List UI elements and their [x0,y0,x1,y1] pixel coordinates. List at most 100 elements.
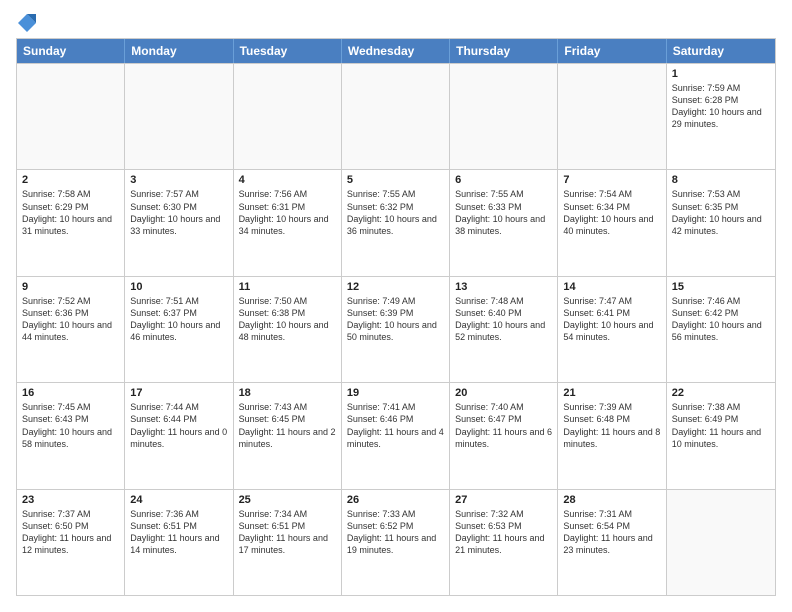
week-row-4: 23 Sunrise: 7:37 AM Sunset: 6:50 PM Dayli… [17,489,775,595]
calendar-cell: 21 Sunrise: 7:39 AM Sunset: 6:48 PM Dayli… [558,383,666,488]
calendar-cell: 3 Sunrise: 7:57 AM Sunset: 6:30 PM Daylig… [125,170,233,275]
header-day-saturday: Saturday [667,39,775,63]
calendar-header: SundayMondayTuesdayWednesdayThursdayFrid… [17,39,775,63]
cell-info: Sunrise: 7:52 AM Sunset: 6:36 PM Dayligh… [22,295,119,344]
day-number: 9 [22,281,119,293]
cell-info: Sunrise: 7:37 AM Sunset: 6:50 PM Dayligh… [22,508,119,557]
page: SundayMondayTuesdayWednesdayThursdayFrid… [0,0,792,612]
day-number: 13 [455,281,552,293]
calendar-body: 1 Sunrise: 7:59 AM Sunset: 6:28 PM Daylig… [17,63,775,595]
header-day-wednesday: Wednesday [342,39,450,63]
cell-info: Sunrise: 7:50 AM Sunset: 6:38 PM Dayligh… [239,295,336,344]
header-day-thursday: Thursday [450,39,558,63]
week-row-0: 1 Sunrise: 7:59 AM Sunset: 6:28 PM Daylig… [17,63,775,169]
day-number: 16 [22,387,119,399]
calendar-cell: 6 Sunrise: 7:55 AM Sunset: 6:33 PM Daylig… [450,170,558,275]
calendar-cell: 9 Sunrise: 7:52 AM Sunset: 6:36 PM Daylig… [17,277,125,382]
day-number: 14 [563,281,660,293]
calendar-cell [558,64,666,169]
cell-info: Sunrise: 7:58 AM Sunset: 6:29 PM Dayligh… [22,188,119,237]
cell-info: Sunrise: 7:54 AM Sunset: 6:34 PM Dayligh… [563,188,660,237]
calendar-cell: 27 Sunrise: 7:32 AM Sunset: 6:53 PM Dayli… [450,490,558,595]
logo-icon [18,14,36,32]
day-number: 2 [22,174,119,186]
day-number: 1 [672,68,770,80]
day-number: 28 [563,494,660,506]
day-number: 8 [672,174,770,186]
week-row-1: 2 Sunrise: 7:58 AM Sunset: 6:29 PM Daylig… [17,169,775,275]
cell-info: Sunrise: 7:47 AM Sunset: 6:41 PM Dayligh… [563,295,660,344]
calendar-cell [17,64,125,169]
calendar-cell: 13 Sunrise: 7:48 AM Sunset: 6:40 PM Dayli… [450,277,558,382]
logo-text [16,16,36,34]
cell-info: Sunrise: 7:48 AM Sunset: 6:40 PM Dayligh… [455,295,552,344]
calendar-cell: 10 Sunrise: 7:51 AM Sunset: 6:37 PM Dayli… [125,277,233,382]
cell-info: Sunrise: 7:46 AM Sunset: 6:42 PM Dayligh… [672,295,770,344]
cell-info: Sunrise: 7:32 AM Sunset: 6:53 PM Dayligh… [455,508,552,557]
calendar-cell: 4 Sunrise: 7:56 AM Sunset: 6:31 PM Daylig… [234,170,342,275]
calendar-cell: 16 Sunrise: 7:45 AM Sunset: 6:43 PM Dayli… [17,383,125,488]
day-number: 17 [130,387,227,399]
calendar-cell: 25 Sunrise: 7:34 AM Sunset: 6:51 PM Dayli… [234,490,342,595]
day-number: 6 [455,174,552,186]
day-number: 25 [239,494,336,506]
week-row-3: 16 Sunrise: 7:45 AM Sunset: 6:43 PM Dayli… [17,382,775,488]
cell-info: Sunrise: 7:33 AM Sunset: 6:52 PM Dayligh… [347,508,444,557]
calendar-cell [234,64,342,169]
cell-info: Sunrise: 7:59 AM Sunset: 6:28 PM Dayligh… [672,82,770,131]
calendar-cell: 5 Sunrise: 7:55 AM Sunset: 6:32 PM Daylig… [342,170,450,275]
day-number: 18 [239,387,336,399]
day-number: 26 [347,494,444,506]
day-number: 3 [130,174,227,186]
cell-info: Sunrise: 7:40 AM Sunset: 6:47 PM Dayligh… [455,401,552,450]
cell-info: Sunrise: 7:53 AM Sunset: 6:35 PM Dayligh… [672,188,770,237]
header [16,16,776,28]
header-day-sunday: Sunday [17,39,125,63]
calendar-cell: 7Sunrise: 7:54 AM Sunset: 6:34 PM Daylig… [558,170,666,275]
calendar: SundayMondayTuesdayWednesdayThursdayFrid… [16,38,776,596]
day-number: 12 [347,281,444,293]
calendar-cell [667,490,775,595]
day-number: 4 [239,174,336,186]
day-number: 27 [455,494,552,506]
day-number: 15 [672,281,770,293]
cell-info: Sunrise: 7:36 AM Sunset: 6:51 PM Dayligh… [130,508,227,557]
day-number: 21 [563,387,660,399]
day-number: 11 [239,281,336,293]
calendar-cell: 28 Sunrise: 7:31 AM Sunset: 6:54 PM Dayli… [558,490,666,595]
cell-info: Sunrise: 7:51 AM Sunset: 6:37 PM Dayligh… [130,295,227,344]
day-number: 23 [22,494,119,506]
cell-info: Sunrise: 7:38 AM Sunset: 6:49 PM Dayligh… [672,401,770,450]
cell-info: Sunrise: 7:34 AM Sunset: 6:51 PM Dayligh… [239,508,336,557]
cell-info: Sunrise: 7:41 AM Sunset: 6:46 PM Dayligh… [347,401,444,450]
cell-info: Sunrise: 7:44 AM Sunset: 6:44 PM Dayligh… [130,401,227,450]
calendar-cell [450,64,558,169]
calendar-cell: 17 Sunrise: 7:44 AM Sunset: 6:44 PM Dayli… [125,383,233,488]
calendar-cell: 22 Sunrise: 7:38 AM Sunset: 6:49 PM Dayli… [667,383,775,488]
calendar-cell: 8 Sunrise: 7:53 AM Sunset: 6:35 PM Daylig… [667,170,775,275]
calendar-cell [125,64,233,169]
day-number: 22 [672,387,770,399]
cell-info: Sunrise: 7:57 AM Sunset: 6:30 PM Dayligh… [130,188,227,237]
day-number: 10 [130,281,227,293]
header-day-friday: Friday [558,39,666,63]
cell-info: Sunrise: 7:39 AM Sunset: 6:48 PM Dayligh… [563,401,660,450]
day-number: 5 [347,174,444,186]
calendar-cell: 26 Sunrise: 7:33 AM Sunset: 6:52 PM Dayli… [342,490,450,595]
cell-info: Sunrise: 7:55 AM Sunset: 6:32 PM Dayligh… [347,188,444,237]
day-number: 24 [130,494,227,506]
calendar-cell: 12Sunrise: 7:49 AM Sunset: 6:39 PM Dayli… [342,277,450,382]
calendar-cell: 1 Sunrise: 7:59 AM Sunset: 6:28 PM Daylig… [667,64,775,169]
cell-info: Sunrise: 7:56 AM Sunset: 6:31 PM Dayligh… [239,188,336,237]
calendar-cell: 14 Sunrise: 7:47 AM Sunset: 6:41 PM Dayli… [558,277,666,382]
calendar-cell [342,64,450,169]
calendar-cell: 18Sunrise: 7:43 AM Sunset: 6:45 PM Dayli… [234,383,342,488]
calendar-cell: 23 Sunrise: 7:37 AM Sunset: 6:50 PM Dayli… [17,490,125,595]
header-day-monday: Monday [125,39,233,63]
cell-info: Sunrise: 7:45 AM Sunset: 6:43 PM Dayligh… [22,401,119,450]
calendar-cell: 24 Sunrise: 7:36 AM Sunset: 6:51 PM Dayli… [125,490,233,595]
calendar-cell: 2 Sunrise: 7:58 AM Sunset: 6:29 PM Daylig… [17,170,125,275]
cell-info: Sunrise: 7:31 AM Sunset: 6:54 PM Dayligh… [563,508,660,557]
week-row-2: 9 Sunrise: 7:52 AM Sunset: 6:36 PM Daylig… [17,276,775,382]
cell-info: Sunrise: 7:55 AM Sunset: 6:33 PM Dayligh… [455,188,552,237]
